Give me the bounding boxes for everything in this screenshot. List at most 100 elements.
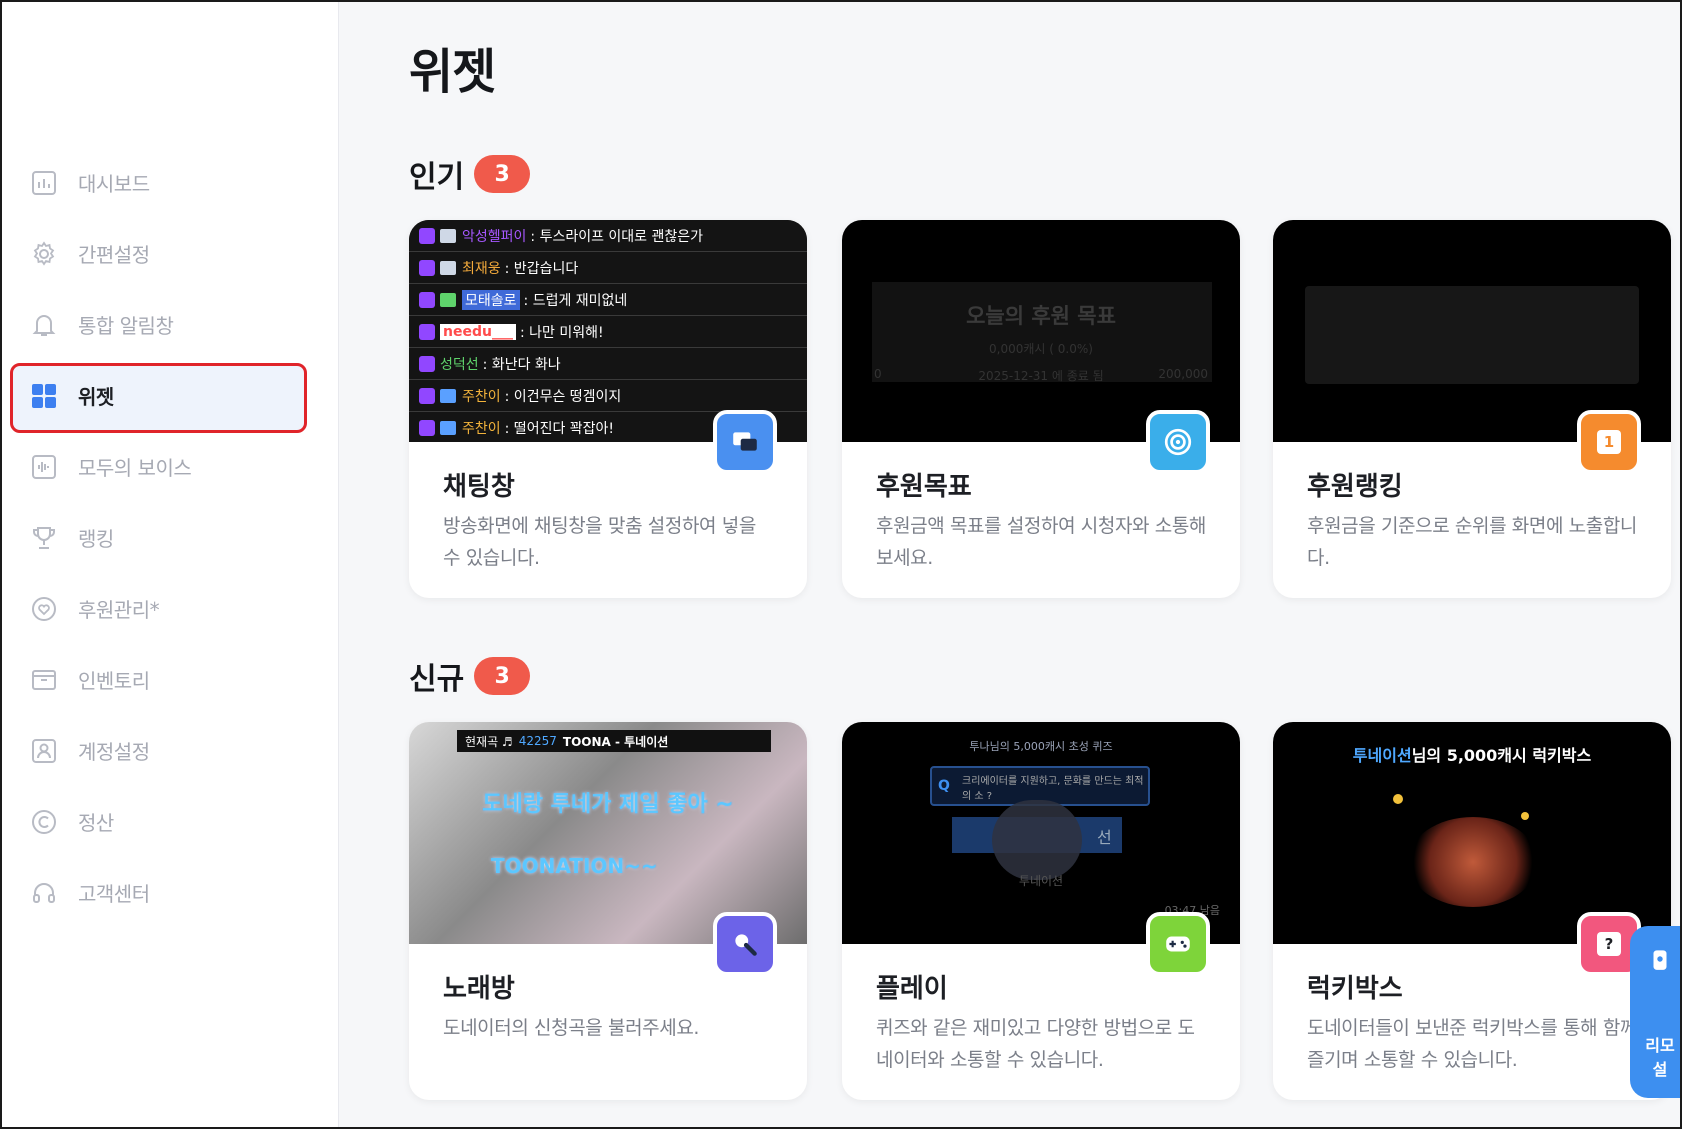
card-title: 후원목표 <box>876 472 972 502</box>
remote-control-button[interactable]: 리모 설 <box>1630 926 1680 1098</box>
remote-label-1: 리모 <box>1645 1036 1675 1055</box>
copyright-icon <box>30 808 58 836</box>
twitch-icon <box>419 387 435 404</box>
sidebar-item-widget[interactable]: 위젯 <box>2 360 339 433</box>
card-title: 후원랭킹 <box>1307 472 1403 502</box>
chart-icon <box>30 169 58 197</box>
quiz-footer: 투네이션 <box>1018 874 1064 888</box>
sidebar-item-label: 모두의 보이스 <box>78 456 192 480</box>
chat-preview-row: 모태솔로: 드럽게 재미없네 <box>409 284 807 316</box>
ranking-preview-box <box>1305 286 1639 384</box>
chat-username: 악성헬퍼이 <box>462 228 527 245</box>
sidebar-item-label: 대시보드 <box>78 172 150 196</box>
chart-badge-icon <box>440 420 456 435</box>
chat-preview-row: 성덕선: 화난다 화나 <box>409 348 807 380</box>
widget-card-play[interactable]: 투나님의 5,000캐시 초성 퀴즈 Q 크리에이터를 지원하고, 문화를 만드… <box>842 722 1240 1100</box>
sidebar-item-account[interactable]: 계정설정 <box>2 715 339 786</box>
luckybox-caption: 투네이션님의 5,000캐시 럭키박스 <box>1273 742 1671 766</box>
card-title: 채팅창 <box>443 472 515 502</box>
twitch-icon <box>419 291 435 308</box>
sidebar-item-label: 위젯 <box>78 385 114 409</box>
twitch-icon <box>419 259 435 276</box>
sidebar-item-label: 후원관리* <box>78 598 160 622</box>
subscriber-badge-icon <box>440 228 456 243</box>
sidebar-item-settlement[interactable]: 정산 <box>2 786 339 857</box>
karaoke-song-number: 42257 <box>518 734 557 748</box>
card-description: 후원금을 기준으로 순위를 화면에 노출합니다. <box>1307 515 1637 569</box>
rank-one-glyph: 1 <box>1597 430 1621 454</box>
widget-card-chat[interactable]: 악성헬퍼이: 투스라이프 이대로 괜찮은가 최재웅: 반갑습니다 모태솔로: 드… <box>409 220 807 598</box>
karaoke-preview-thumbnail: 현재곡 ♬ 42257 TOONA - 투네이션 도네랑 투네가 제일 좋아 ~… <box>409 722 807 944</box>
target-icon <box>1146 410 1210 474</box>
gamepad-icon <box>1146 912 1210 976</box>
quiz-answer-right: 선 <box>1097 828 1112 847</box>
sidebar-item-label: 인벤토리 <box>78 669 150 693</box>
widget-card-luckybox[interactable]: 투네이션님의 5,000캐시 럭키박스 ? 럭키박스 도네이터들이 보낸준 럭키… <box>1273 722 1671 1100</box>
app-window: 대시보드 간편설정 통합 알림창 위젯 모두의 보이스 랭킹 후원관리* 인벤토… <box>0 0 1682 1129</box>
widget-card-goal[interactable]: 오늘의 후원 목표 0,000캐시 ( 0.0%) 0 2025-12-31 에… <box>842 220 1240 598</box>
sidebar-item-dashboard[interactable]: 대시보드 <box>2 147 339 218</box>
count-badge: 3 <box>474 155 531 193</box>
card-title: 플레이 <box>876 974 948 1004</box>
quiz-question: 크리에이터를 지원하고, 문화를 만드는 최적의 소 ? <box>962 776 1144 802</box>
chat-username: 최재웅 <box>462 260 501 277</box>
quiz-q-icon: Q <box>938 778 950 794</box>
play-preview-thumbnail: 투나님의 5,000캐시 초성 퀴즈 Q 크리에이터를 지원하고, 문화를 만드… <box>842 722 1240 944</box>
card-description: 방송화면에 채팅창을 맞춤 설정하여 넣을 수 있습니다. <box>443 515 756 569</box>
card-description: 도네이터들이 보낸준 럭키박스를 통해 함께 즐기며 소통할 수 있습니다. <box>1307 1017 1637 1071</box>
chat-message: : 화난다 화나 <box>482 356 561 373</box>
sidebar-item-label: 간편설정 <box>78 243 150 267</box>
section-title-new: 신규 3 <box>409 654 531 698</box>
luckybox-caption-text: 님의 5,000캐시 럭키박스 <box>1411 746 1592 765</box>
chat-message: : 떨어진다 꽉잡아! <box>504 420 615 437</box>
goal-preview-title: 오늘의 후원 목표 <box>966 304 1116 328</box>
twitch-icon <box>419 323 435 340</box>
chat-username: 성덕선 <box>440 356 479 373</box>
chat-username: 모태솔로 <box>462 289 520 310</box>
chat-message: : 이건무슨 떵겜이지 <box>504 388 622 405</box>
card-title: 럭키박스 <box>1307 974 1403 1004</box>
chat-icon <box>713 410 777 474</box>
heart-icon <box>30 595 58 623</box>
grid-icon <box>30 382 58 410</box>
headset-icon <box>30 879 58 907</box>
question-glyph: ? <box>1597 932 1621 956</box>
coin-sparkle-icon <box>1393 794 1403 804</box>
chat-preview-row: needu___: 나만 미워해! <box>409 316 807 348</box>
sidebar-item-alert[interactable]: 통합 알림창 <box>2 289 339 360</box>
sidebar-item-inventory[interactable]: 인벤토리 <box>2 644 339 715</box>
main-content: 위젯 인기 3 악성헬퍼이: 투스라이프 이대로 괜찮은가 최재웅: 반갑습니다… <box>339 2 1680 1127</box>
chat-preview-row: 주찬이: 이건무슨 떵겜이지 <box>409 380 807 412</box>
goal-preview-amount: 0,000캐시 ( 0.0%) <box>989 342 1093 356</box>
trophy-icon <box>30 524 58 552</box>
twitch-icon <box>419 227 435 244</box>
bell-icon <box>30 311 58 339</box>
sidebar-item-quick-settings[interactable]: 간편설정 <box>2 218 339 289</box>
remote-icon <box>1653 950 1667 970</box>
sidebar-item-label: 고객센터 <box>78 882 150 906</box>
chat-preview-row: 최재웅: 반갑습니다 <box>409 252 807 284</box>
mascot-image <box>992 800 1082 880</box>
widget-card-karaoke[interactable]: 현재곡 ♬ 42257 TOONA - 투네이션 도네랑 투네가 제일 좋아 ~… <box>409 722 807 1100</box>
widget-card-ranking[interactable]: 1 후원랭킹 후원금을 기준으로 순위를 화면에 노출합니다. <box>1273 220 1671 598</box>
remote-label-2: 설 <box>1652 1060 1668 1079</box>
page-title: 위젯 <box>409 44 496 100</box>
sidebar-item-label: 계정설정 <box>78 740 150 764</box>
chat-preview-thumbnail: 악성헬퍼이: 투스라이프 이대로 괜찮은가 최재웅: 반갑습니다 모태솔로: 드… <box>409 220 807 442</box>
sidebar-item-support[interactable]: 고객센터 <box>2 857 339 928</box>
luckybox-preview-thumbnail: 투네이션님의 5,000캐시 럭키박스 <box>1273 722 1671 944</box>
chat-message: : 나만 미워해! <box>519 324 604 341</box>
karaoke-now-label: 현재곡 ♬ <box>465 734 513 749</box>
sidebar-item-voice[interactable]: 모두의 보이스 <box>2 431 339 502</box>
chat-username: needu___ <box>440 323 516 340</box>
chat-message: : 반갑습니다 <box>504 260 579 277</box>
card-description: 도네이터의 신청곡을 불러주세요. <box>443 1017 700 1039</box>
gear-icon <box>30 240 58 268</box>
chart-badge-icon <box>440 388 456 403</box>
count-badge: 3 <box>474 657 531 695</box>
sidebar-item-label: 통합 알림창 <box>78 314 174 338</box>
card-title: 노래방 <box>443 974 515 1004</box>
sidebar-item-donation[interactable]: 후원관리* <box>2 573 339 644</box>
karaoke-now-playing-bar: 현재곡 ♬ 42257 TOONA - 투네이션 <box>457 730 771 752</box>
sidebar-item-ranking[interactable]: 랭킹 <box>2 502 339 573</box>
